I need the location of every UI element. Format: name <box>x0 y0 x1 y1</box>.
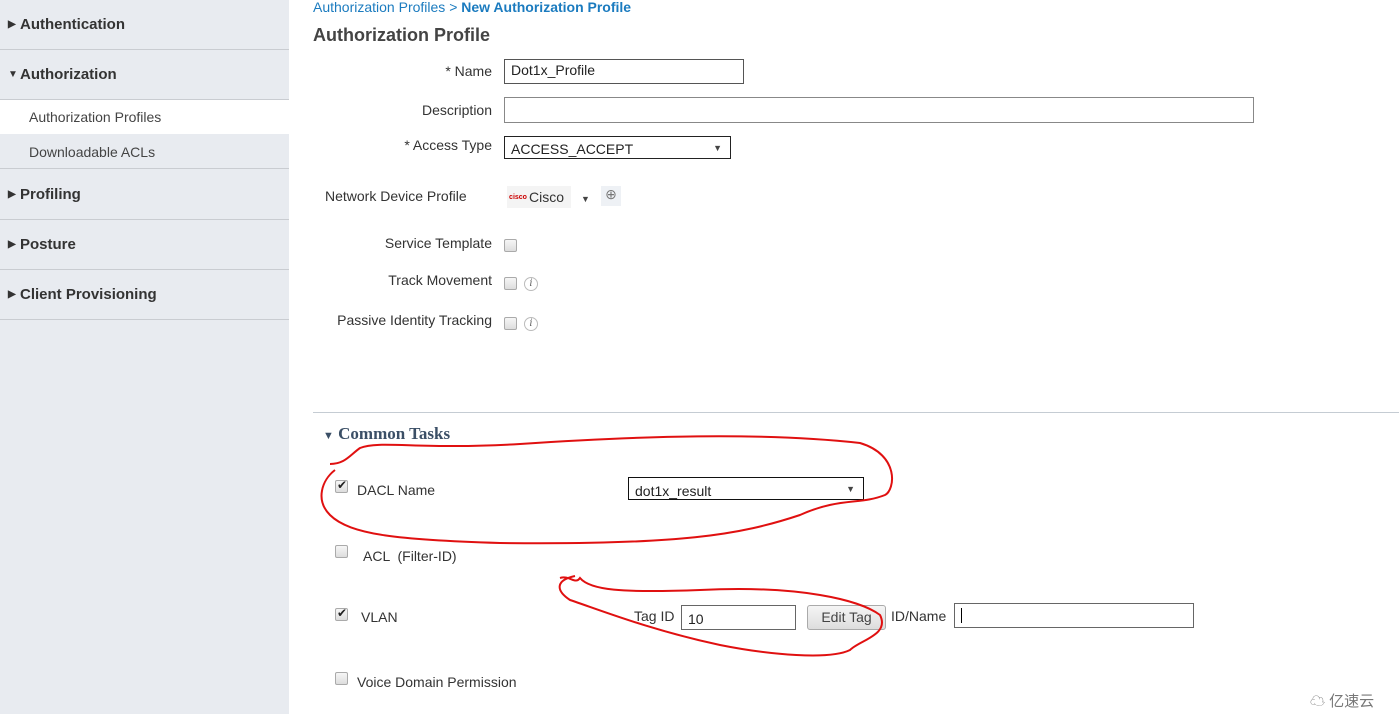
annotation-circle-vlan <box>558 575 883 657</box>
annotation-circle-dacl <box>320 435 894 545</box>
watermark-logo: ☁ 亿速云 <box>1310 693 1375 710</box>
red-annotation-marks <box>320 435 894 657</box>
